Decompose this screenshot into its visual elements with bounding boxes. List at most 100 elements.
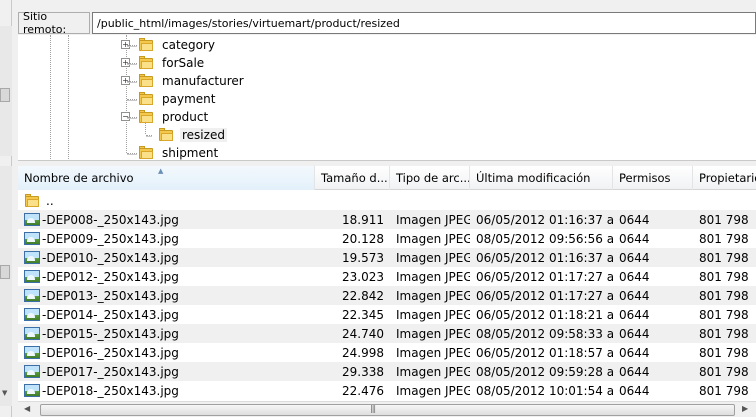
tree-guide-line [146,135,152,137]
file-name-cell: -DEP015-_250x143.jpg [24,324,309,343]
remote-site-label: Sitio remoto: [18,10,90,36]
file-name-cell: -DEP018-_250x143.jpg [24,381,309,400]
tree-guide-line [68,35,69,160]
folder-icon [158,128,174,142]
column-owner[interactable]: Propietario [693,166,756,190]
file-row[interactable]: -DEP014-_250x143.jpg 22.345 Imagen JPEG 06/… [18,305,756,324]
file-size: 24.998 [342,345,384,360]
file-modified: 08/05/2012 09:58:33 a.m. [476,326,613,341]
file-row[interactable]: -DEP009-_250x143.jpg 20.128 Imagen JPEG 08/… [18,229,756,248]
column-type[interactable]: Tipo de arc... [390,166,470,190]
file-row[interactable]: -DEP018-_250x143.jpg 22.476 Imagen JPEG 08/… [18,381,756,400]
tree-item-product[interactable]: product [138,108,210,126]
horizontal-scrollbar-thumb[interactable] [40,404,735,416]
file-modified: 06/05/2012 01:17:27 a.m. [476,288,613,303]
file-row[interactable]: -DEP015-_250x143.jpg 24.740 Imagen JPEG 08/… [18,324,756,343]
file-size: 24.740 [342,326,384,341]
file-name: -DEP009-_250x143.jpg [42,231,179,246]
image-file-icon [24,232,40,245]
image-file-icon [24,251,40,264]
tree-item-forSale[interactable]: forSale [138,54,206,72]
file-modified: 08/05/2012 10:01:54 a.m. [476,383,613,398]
file-permissions: 0644 [619,307,650,322]
file-name-cell: -DEP014-_250x143.jpg [24,305,309,324]
remote-directory-tree [18,35,756,161]
tree-item-label: payment [162,92,216,106]
file-permissions: 0644 [619,364,650,379]
tree-item-resized[interactable]: resized [158,126,227,144]
file-row[interactable]: -DEP012-_250x143.jpg 23.023 Imagen JPEG 06/… [18,267,756,286]
file-row[interactable]: -DEP008-_250x143.jpg 18.911 Imagen JPEG 06/… [18,210,756,229]
file-row[interactable]: -DEP016-_250x143.jpg 24.998 Imagen JPEG 06/… [18,343,756,362]
column-filename[interactable]: Nombre de archivo ▲ [18,166,315,190]
file-type: Imagen JPEG [396,383,470,398]
local-tree-scrollbar-thumb[interactable] [0,88,10,102]
scroll-down-arrow-icon[interactable]: ▼ [2,389,7,397]
file-name: -DEP018-_250x143.jpg [42,383,179,398]
file-row[interactable]: -DEP010-_250x143.jpg 19.573 Imagen JPEG 06/… [18,248,756,267]
file-name-cell: -DEP009-_250x143.jpg [24,229,309,248]
file-permissions: 0644 [619,326,650,341]
tree-item-category[interactable]: category [138,36,217,54]
folder-icon [138,74,154,88]
image-file-icon [24,308,40,321]
file-owner: 801 798 [699,250,749,265]
tree-item-manufacturer[interactable]: manufacturer [138,72,246,90]
tree-item-shipment[interactable]: shipment [138,144,220,162]
file-name-cell: -DEP017-_250x143.jpg [24,362,309,381]
remote-file-list: Nombre de archivo ▲ Tamaño d... Tipo de … [18,166,756,401]
file-owner: 801 798 [699,288,749,303]
parent-directory-row[interactable]: .. [18,191,756,210]
scroll-right-arrow-icon[interactable]: ▶ [742,404,748,413]
file-name: -DEP016-_250x143.jpg [42,345,179,360]
column-modified-label: Última modificación [476,171,591,185]
file-name-cell: -DEP012-_250x143.jpg [24,267,309,286]
file-name-cell: -DEP013-_250x143.jpg [24,286,309,305]
file-permissions: 0644 [619,269,650,284]
file-row[interactable]: -DEP017-_250x143.jpg 29.338 Imagen JPEG 08/… [18,362,756,381]
tree-item-label: product [162,110,209,124]
folder-icon [138,110,154,124]
file-size: 23.023 [342,269,384,284]
horizontal-scrollbar[interactable]: ◀ ||| ▶ [18,401,756,417]
scroll-left-arrow-icon[interactable]: ◀ [24,404,30,413]
column-size[interactable]: Tamaño d... [315,166,390,190]
tree-item-label: shipment [162,146,219,160]
column-modified[interactable]: Última modificación [470,166,613,190]
column-owner-label: Propietario [699,171,756,185]
tree-guide-line [127,117,137,119]
folder-icon [24,193,40,208]
file-owner: 801 798 [699,269,749,284]
local-list-scrollbar[interactable] [0,166,12,406]
file-modified: 06/05/2012 01:16:37 a.m. [476,250,613,265]
file-modified: 06/05/2012 01:18:21 a.m. [476,307,613,322]
file-size: 22.345 [342,307,384,322]
file-name: -DEP013-_250x143.jpg [42,288,179,303]
file-name: -DEP014-_250x143.jpg [42,307,179,322]
file-name: -DEP012-_250x143.jpg [42,269,179,284]
file-type: Imagen JPEG [396,345,470,360]
tree-item-label: manufacturer [162,74,244,88]
tree-item-payment[interactable]: payment [138,90,217,108]
file-name-cell: -DEP016-_250x143.jpg [24,343,309,362]
file-modified: 06/05/2012 01:16:37 a.m. [476,212,613,227]
local-list-scrollbar-thumb[interactable] [0,265,10,279]
file-type: Imagen JPEG [396,212,470,227]
file-row[interactable]: -DEP013-_250x143.jpg 22.842 Imagen JPEG 06/… [18,286,756,305]
column-permissions[interactable]: Permisos [613,166,693,190]
file-modified: 08/05/2012 09:56:56 a.m. [476,231,613,246]
file-size: 22.842 [342,288,384,303]
file-size: 20.128 [342,231,384,246]
column-size-label: Tamaño d... [321,171,388,185]
file-name-cell: -DEP010-_250x143.jpg [24,248,309,267]
file-size: 18.911 [342,212,384,227]
parent-directory-label: .. [46,193,54,208]
local-pane-edge: ▼ [0,0,12,417]
tree-guide-line [127,81,137,83]
file-owner: 801 798 [699,307,749,322]
tree-guide-line [50,35,51,160]
file-type: Imagen JPEG [396,364,470,379]
tree-guide-line [126,35,127,153]
tree-guide-line [127,63,137,65]
remote-path-input[interactable]: /public_html/images/stories/virtuemart/p… [92,12,756,34]
